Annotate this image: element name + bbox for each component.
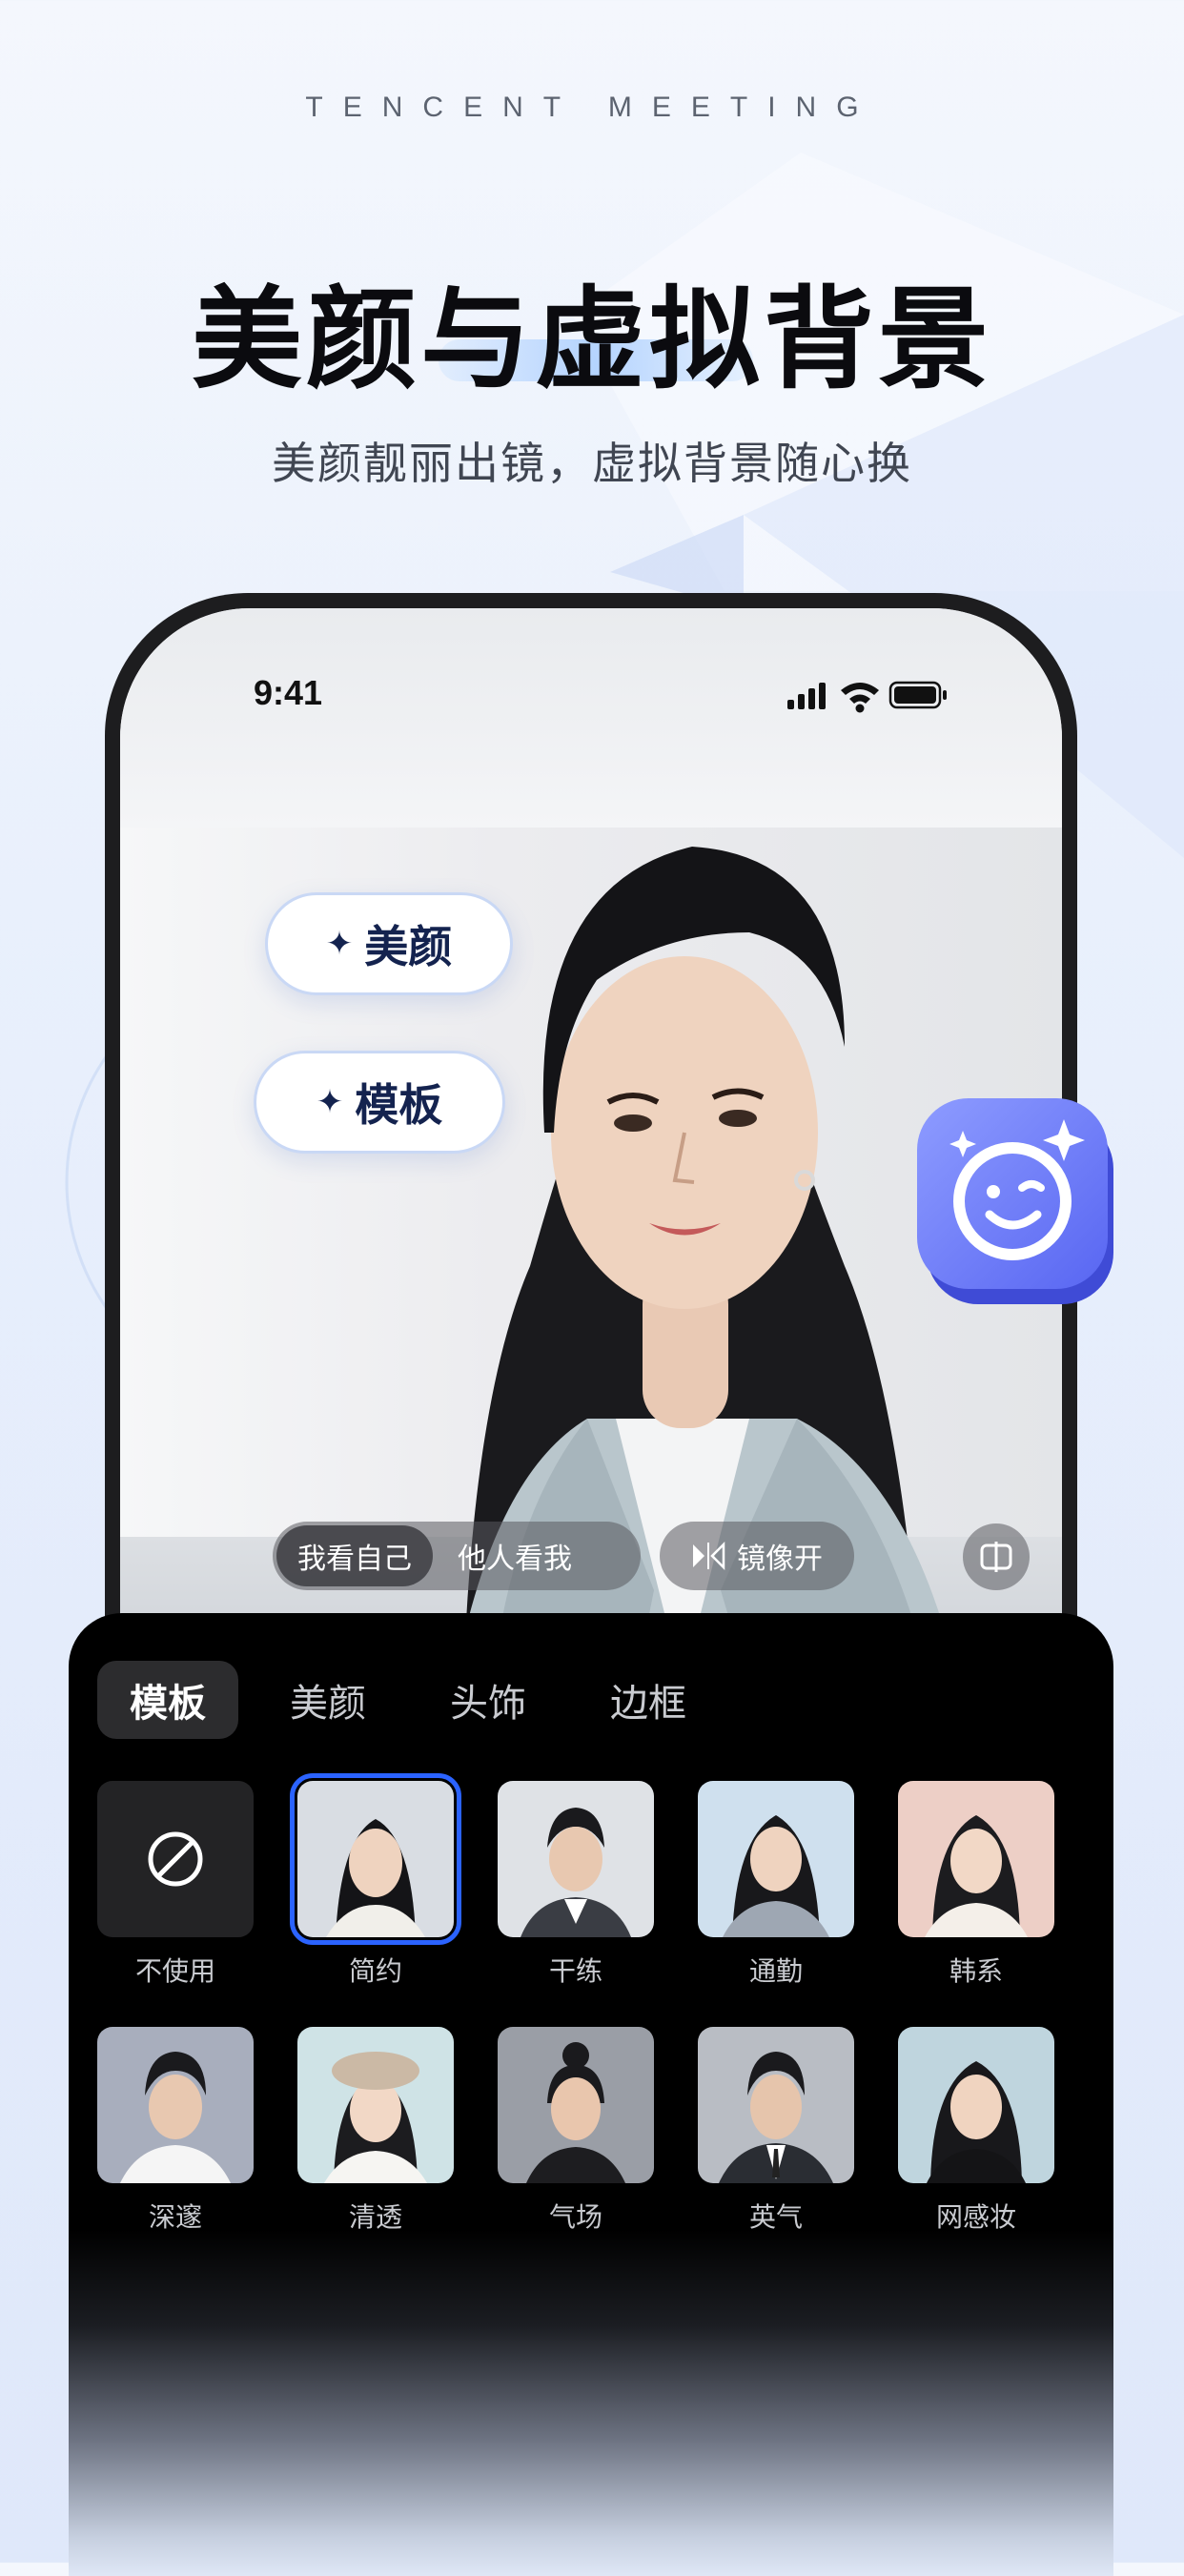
signal-icon <box>787 683 826 709</box>
none-icon <box>148 1831 203 1887</box>
page-subtitle: 美颜靓丽出镜，虚拟背景随心换 <box>272 438 912 489</box>
template-tile-heroic[interactable]: 英气 <box>698 2027 854 2235</box>
sparkle-icon: ✦ <box>316 1083 344 1121</box>
tab-beauty[interactable]: 美颜 <box>257 1661 398 1739</box>
template-label: 韩系 <box>949 1955 1003 1987</box>
template-label: 清透 <box>348 2201 402 2233</box>
template-label: 干练 <box>548 1955 602 1987</box>
tab-frame[interactable]: 边框 <box>578 1661 719 1739</box>
panel-tabs: 模板 美颜 头饰 边框 <box>97 1661 738 1739</box>
template-pill[interactable]: ✦ 模板 <box>254 1051 505 1154</box>
template-label: 英气 <box>748 2201 803 2233</box>
template-label: 网感妆 <box>935 2201 1016 2233</box>
none-thumbnail <box>97 1781 254 1937</box>
template-thumbnail <box>898 2027 1054 2183</box>
template-thumbnail <box>698 2027 854 2183</box>
template-tile-simple[interactable]: 简约 <box>290 1773 461 1989</box>
template-thumbnail <box>698 1781 854 1937</box>
template-tile-online[interactable]: 网感妆 <box>898 2027 1054 2235</box>
template-thumbnail <box>498 1781 654 1937</box>
view-others-option[interactable]: 他人看我 <box>437 1525 593 1586</box>
template-label: 简约 <box>348 1955 402 1987</box>
tab-templates[interactable]: 模板 <box>97 1661 238 1739</box>
template-thumbnail <box>97 2027 254 2183</box>
template-tile-aura[interactable]: 气场 <box>498 2027 654 2235</box>
wifi-icon <box>841 683 879 713</box>
battery-icon <box>888 681 947 709</box>
mirror-button[interactable]: 镜像开 <box>660 1522 854 1590</box>
beauty-pill-label: 美颜 <box>364 921 453 972</box>
template-tile-commute[interactable]: 通勤 <box>698 1781 854 1989</box>
brand-wordmark: TENCENT MEETING <box>305 92 879 123</box>
template-tile-capable[interactable]: 干练 <box>498 1781 654 1989</box>
split-view-button[interactable] <box>963 1523 1030 1590</box>
split-view-icon <box>980 1542 1012 1572</box>
template-tile-deep[interactable]: 深邃 <box>97 2027 254 2235</box>
template-thumbnail <box>898 1781 1054 1937</box>
template-thumbnail <box>498 2027 654 2183</box>
smiley-sparkle-icon <box>917 1098 1113 1304</box>
status-icons <box>787 677 949 719</box>
template-label: 不使用 <box>134 1955 215 1987</box>
mirror-icon <box>693 1541 725 1571</box>
beauty-pill[interactable]: ✦ 美颜 <box>265 892 513 995</box>
template-label: 深邃 <box>148 2201 202 2233</box>
template-panel: 模板 美颜 头饰 边框 不使用 简约 干练 通勤 韩系 深邃 清透 气场 英气 … <box>69 1613 1113 2576</box>
template-thumbnail <box>297 2027 454 2183</box>
template-tile-clear[interactable]: 清透 <box>297 2027 454 2235</box>
template-label: 气场 <box>548 2201 602 2233</box>
template-pill-label: 模板 <box>355 1079 443 1131</box>
status-time: 9:41 <box>254 673 323 712</box>
template-tile-korean[interactable]: 韩系 <box>898 1781 1054 1989</box>
template-thumbnail <box>290 1773 461 1945</box>
page-title: 美颜与虚拟背景 <box>192 276 992 404</box>
mirror-label: 镜像开 <box>737 1543 823 1576</box>
template-tile-none[interactable]: 不使用 <box>97 1781 254 1989</box>
tab-headwear[interactable]: 头饰 <box>418 1661 559 1739</box>
view-self-option[interactable]: 我看自己 <box>276 1525 433 1586</box>
template-label: 通勤 <box>748 1955 803 1987</box>
view-toggle: 我看自己 他人看我 <box>273 1522 641 1590</box>
sparkle-icon: ✦ <box>325 925 354 963</box>
